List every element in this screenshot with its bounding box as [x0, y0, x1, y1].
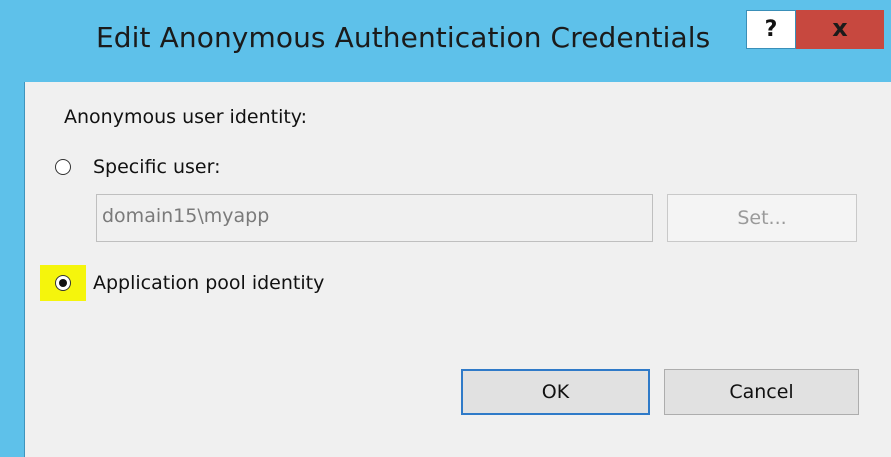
specific-user-label[interactable]: Specific user:	[93, 156, 221, 178]
cancel-button[interactable]: Cancel	[664, 369, 859, 415]
radio-selected-dot	[59, 279, 67, 287]
help-button[interactable]: ?	[746, 10, 796, 49]
close-icon: x	[832, 14, 848, 42]
close-button[interactable]: x	[796, 10, 884, 49]
title-bar[interactable]: Edit Anonymous Authentication Credential…	[0, 0, 891, 82]
app-pool-identity-label[interactable]: Application pool identity	[93, 272, 324, 294]
question-mark-icon: ?	[764, 17, 778, 42]
app-pool-identity-radio[interactable]	[55, 275, 71, 291]
edit-credentials-dialog: Edit Anonymous Authentication Credential…	[0, 0, 891, 457]
identity-label: Anonymous user identity:	[64, 106, 308, 128]
dialog-title: Edit Anonymous Authentication Credential…	[96, 21, 711, 54]
window-border	[0, 82, 25, 457]
specific-user-radio[interactable]	[55, 159, 71, 175]
ok-button[interactable]: OK	[461, 369, 650, 415]
specific-user-field: domain15\myapp	[96, 194, 653, 242]
set-button: Set...	[667, 194, 857, 242]
